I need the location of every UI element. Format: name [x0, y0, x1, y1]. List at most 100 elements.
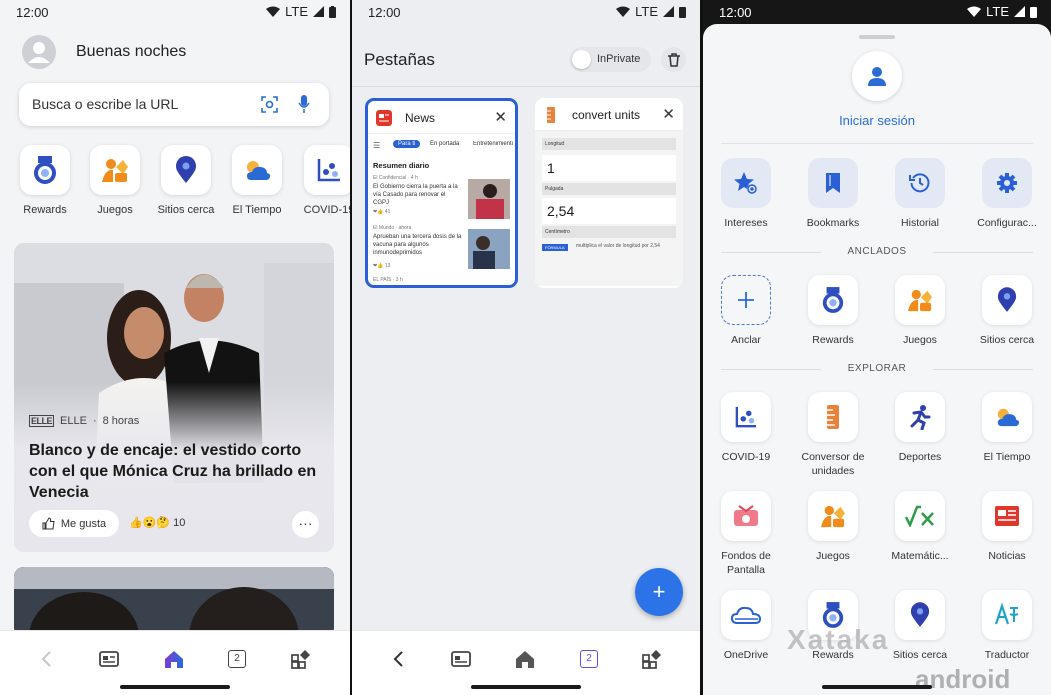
ruler-icon: [827, 405, 839, 429]
tab-count: 2: [580, 650, 598, 668]
signin-link[interactable]: Iniciar sesión: [703, 113, 1051, 128]
tab-preview: Longitud 1 Pulgada 2,54 Centímetro FÓRMU…: [535, 131, 683, 286]
search-bar[interactable]: [19, 83, 329, 126]
rewards-medal-icon: [34, 156, 56, 184]
reactions[interactable]: 👍😮🤔 10: [129, 516, 185, 529]
profile-button[interactable]: [852, 51, 902, 101]
avatar[interactable]: [22, 35, 56, 69]
status-time: 12:00: [16, 5, 49, 20]
pinned-rewards[interactable]: Rewards: [790, 275, 876, 347]
section-title: ANCLADOS: [847, 246, 907, 257]
source-name: ELLE: [60, 415, 87, 427]
menu-item-label: Anclar: [731, 334, 761, 346]
more-options-button[interactable]: ···: [292, 511, 319, 538]
menu-item-history[interactable]: Historial: [877, 158, 963, 230]
pinned-games[interactable]: Juegos: [877, 275, 963, 347]
explore-unit-converter[interactable]: Conversor de unidades: [790, 392, 876, 478]
explore-math[interactable]: Matemátic...: [877, 491, 963, 563]
section-title: EXPLORAR: [847, 363, 907, 374]
apps-grid-icon: [291, 650, 310, 669]
menu-screen: 12:00 LTE Iniciar sesión Intereses Bookm…: [703, 0, 1051, 695]
elle-logo: ELLE: [29, 415, 55, 427]
drag-handle[interactable]: [859, 35, 895, 39]
news-card-2[interactable]: [14, 567, 334, 637]
home-button[interactable]: [509, 645, 541, 673]
quick-access-label: COVID-19: [303, 204, 350, 216]
quick-access-nearby[interactable]: Sitios cerca: [151, 145, 221, 216]
inprivate-toggle[interactable]: InPrivate: [569, 47, 651, 72]
explore-wallpapers[interactable]: Fondos de Pantalla: [703, 491, 789, 577]
explore-covid[interactable]: COVID-19: [703, 392, 789, 464]
menu-item-label: Rewards: [812, 334, 854, 346]
greeting-text: Buenas noches: [76, 43, 187, 60]
gesture-bar[interactable]: [120, 685, 230, 689]
person-icon: [868, 67, 886, 86]
menu-item-label: Sitios cerca: [892, 649, 948, 661]
pinned-nearby[interactable]: Sitios cerca: [964, 275, 1050, 347]
explore-sports[interactable]: Deportes: [877, 392, 963, 464]
explore-weather[interactable]: El Tiempo: [964, 392, 1050, 464]
ruler-favicon: [547, 107, 555, 123]
explore-translator[interactable]: Traductor: [964, 590, 1050, 662]
tab-card-news[interactable]: News ✕ ☰ Para ti En portada Entretenimie…: [365, 98, 518, 288]
covid-chart-icon: [735, 406, 757, 428]
pin-add-button[interactable]: Anclar: [703, 275, 789, 347]
battery-icon: [679, 6, 686, 18]
quick-access-label: Rewards: [23, 204, 67, 216]
toggle-knob: [572, 50, 591, 69]
home-button[interactable]: [158, 645, 190, 673]
quick-access-covid[interactable]: COVID-19: [294, 145, 350, 216]
search-input[interactable]: [32, 96, 242, 112]
explore-news[interactable]: Noticias: [964, 491, 1050, 563]
quick-access-weather[interactable]: El Tiempo: [222, 145, 292, 216]
news-card[interactable]: ELLE ELLE · 8 horas Blanco y de encaje: …: [14, 243, 334, 552]
star-plus-icon: [734, 172, 757, 194]
quick-access-label: El Tiempo: [232, 204, 282, 216]
tabs-button[interactable]: 2: [221, 645, 253, 673]
tab-header: convert units ✕: [535, 98, 683, 131]
menu-icon: ☰: [373, 141, 381, 150]
gear-icon: [997, 173, 1017, 193]
quick-access-rewards[interactable]: Rewards: [10, 145, 80, 216]
visual-search-icon[interactable]: [261, 96, 278, 113]
preview-count: ❤👍 41: [373, 209, 391, 215]
menu-item-label: Configurac...: [977, 217, 1037, 229]
close-tab-icon[interactable]: ✕: [494, 108, 507, 126]
menu-item-label: Fondos de Pantalla: [721, 550, 771, 576]
trash-icon: [667, 52, 680, 67]
weather-icon: [997, 408, 1020, 427]
watermark-logo: Xataka: [787, 624, 890, 655]
news-feed-button[interactable]: [445, 645, 477, 673]
games-icon: [821, 505, 845, 528]
wifi-icon: [266, 6, 281, 17]
news-feed-button[interactable]: [93, 645, 125, 673]
back-button[interactable]: [30, 645, 62, 673]
plus-icon: +: [652, 579, 666, 604]
explore-games[interactable]: Juegos: [790, 491, 876, 563]
apps-button[interactable]: [636, 645, 668, 673]
explore-nearby[interactable]: Sitios cerca: [877, 590, 963, 662]
gesture-bar[interactable]: [822, 685, 932, 689]
tab-header: News ✕: [368, 101, 515, 134]
quick-access-games[interactable]: Juegos: [80, 145, 150, 216]
new-tab-button[interactable]: +: [635, 568, 683, 616]
tabs-button[interactable]: 2: [573, 645, 605, 673]
gesture-bar[interactable]: [471, 685, 581, 689]
like-button[interactable]: Me gusta: [29, 510, 119, 537]
close-tab-icon[interactable]: ✕: [662, 105, 675, 123]
status-bar: 12:00 LTE: [703, 0, 1051, 26]
news-icon: [99, 651, 119, 667]
weather-icon: [247, 161, 271, 180]
running-icon: [910, 405, 931, 430]
covid-chart-icon: [317, 159, 340, 182]
menu-item-bookmarks[interactable]: Bookmarks: [790, 158, 876, 230]
close-all-tabs-button[interactable]: [661, 47, 686, 72]
explore-onedrive[interactable]: OneDrive: [703, 590, 789, 662]
microphone-icon[interactable]: [298, 95, 310, 114]
menu-item-interests[interactable]: Intereses: [703, 158, 789, 230]
back-button[interactable]: [382, 645, 414, 673]
menu-item-settings[interactable]: Configurac...: [964, 158, 1050, 230]
apps-button[interactable]: [285, 645, 317, 673]
article-headline[interactable]: Blanco y de encaje: el vestido corto con…: [29, 440, 324, 503]
tab-card-convert-units[interactable]: convert units ✕ Longitud 1 Pulgada 2,54 …: [535, 98, 683, 288]
